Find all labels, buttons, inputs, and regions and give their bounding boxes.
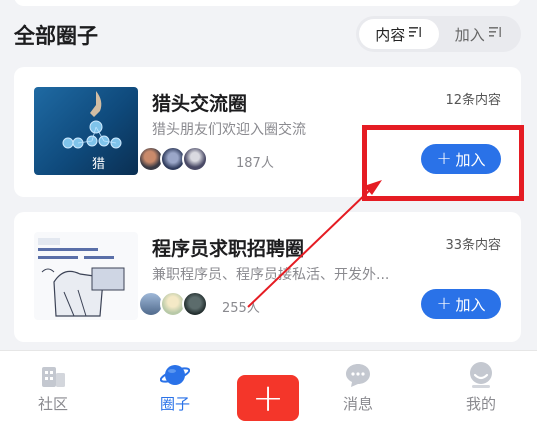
member-avatars [138, 146, 208, 172]
tab-profile[interactable]: 我的 [436, 351, 526, 423]
sort-toggle[interactable]: 内容 加入 [356, 16, 521, 52]
previous-card-remnant [14, 0, 521, 6]
circle-thumbnail [34, 232, 138, 320]
join-label: 加入 [455, 295, 486, 314]
sort-bars-icon [408, 25, 422, 43]
tab-label: 社区 [37, 395, 68, 413]
plus-icon: + [436, 293, 452, 314]
content-count: 33条内容 [445, 238, 501, 253]
tab-circles[interactable]: 圈子 [130, 351, 220, 423]
member-avatars [138, 291, 208, 317]
member-count: 255人 [222, 301, 260, 316]
member-count: 187人 [236, 156, 274, 171]
sort-bars-icon [488, 25, 502, 43]
app-root: 全部圈子 内容 加入 猎 猎头交流圈 猎头朋友们欢迎入圈交流 12条内容 187… [0, 0, 537, 423]
tab-label: 我的 [465, 395, 496, 413]
section-header: 全部圈子 内容 加入 [0, 12, 537, 60]
tab-label: 消息 [342, 395, 373, 413]
join-button[interactable]: + 加入 [421, 289, 501, 319]
tab-label: 圈子 [159, 395, 190, 413]
building-icon [38, 361, 68, 389]
add-post-button[interactable]: + [237, 375, 299, 421]
circle-description: 猎头朋友们欢迎入圈交流 [152, 122, 306, 138]
tab-community[interactable]: 社区 [8, 351, 98, 423]
circle-card[interactable]: 程序员求职招聘圈 兼职程序员、程序员接私活、开发外... 33条内容 255人 … [14, 212, 521, 342]
avatar [182, 291, 208, 317]
section-title: 全部圈子 [14, 24, 98, 48]
circle-description: 兼职程序员、程序员接私活、开发外... [152, 267, 390, 283]
tab-messages[interactable]: 消息 [313, 351, 403, 423]
thumbnail-caption: 猎 [92, 157, 106, 172]
avatar [182, 146, 208, 172]
annotation-highlight-box [362, 125, 524, 201]
content-count: 12条内容 [445, 93, 501, 108]
circle-title: 猎头交流圈 [152, 93, 248, 115]
sort-by-content-option[interactable]: 内容 [359, 19, 439, 49]
bottom-tab-bar: 社区 圈子 + 消息 我的 [0, 350, 537, 423]
circle-thumbnail: 猎 [34, 87, 138, 175]
user-icon [466, 361, 496, 389]
circle-title: 程序员求职招聘圈 [152, 238, 305, 260]
planet-icon [159, 361, 191, 389]
sort-option-label: 加入 [454, 25, 485, 44]
sort-by-join-option[interactable]: 加入 [439, 19, 519, 49]
chat-bubble-icon [343, 361, 373, 389]
sort-option-label: 内容 [375, 25, 406, 44]
